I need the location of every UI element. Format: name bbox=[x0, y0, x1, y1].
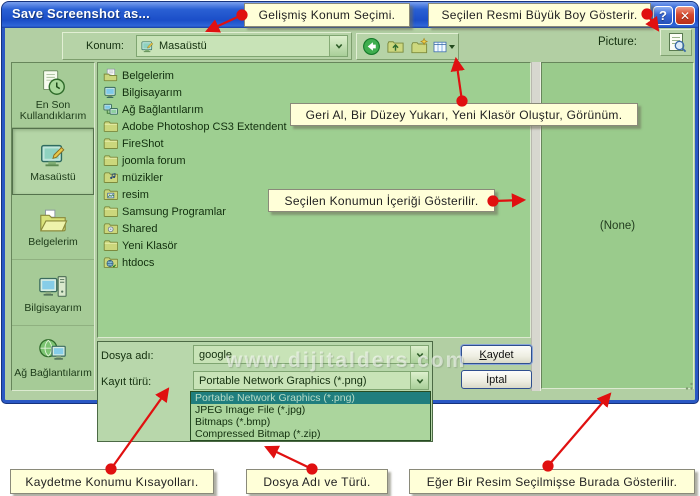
my-computer-icon bbox=[38, 271, 68, 301]
picture-label: Picture: bbox=[598, 36, 637, 48]
callout-filename-info: Dosya Adı ve Türü. bbox=[246, 469, 388, 494]
network-icon bbox=[103, 102, 118, 117]
folder-music-icon bbox=[103, 170, 118, 185]
close-button[interactable]: ✕ bbox=[675, 6, 695, 25]
new-folder-button[interactable] bbox=[408, 36, 431, 58]
callout-toolbar-info: Geri Al, Bir Düzey Yukarı, Yeni Klasör O… bbox=[290, 103, 638, 126]
file-name: resim bbox=[122, 189, 149, 201]
file-name: joomla forum bbox=[122, 155, 186, 167]
location-label: Konum: bbox=[86, 40, 124, 52]
filetype-dropdown-list: Portable Network Graphics (*.png) JPEG I… bbox=[190, 391, 431, 441]
back-icon bbox=[362, 37, 381, 56]
file-list-item[interactable]: Belgelerim bbox=[98, 67, 530, 84]
desktop-icon bbox=[38, 140, 68, 170]
callout-shortcuts-info: Kaydetme Konumu Kısayolları. bbox=[10, 469, 214, 494]
up-one-level-button[interactable] bbox=[384, 36, 407, 58]
folder-icon bbox=[103, 136, 118, 151]
callout-preview-info: Eğer Bir Resim Seçilmişse Burada Gösteri… bbox=[409, 469, 695, 494]
resize-grip[interactable] bbox=[682, 379, 694, 391]
file-list-item[interactable]: Yeni Klasör bbox=[98, 237, 530, 254]
folder-icon bbox=[103, 119, 118, 134]
file-list-item[interactable]: FireShot bbox=[98, 135, 530, 152]
location-dropdown-button[interactable] bbox=[329, 36, 347, 56]
chevron-down-icon bbox=[415, 376, 425, 386]
dropdown-option-bmp[interactable]: Bitmaps (*.bmp) bbox=[191, 416, 430, 428]
folder-documents-icon bbox=[103, 68, 118, 83]
views-icon bbox=[432, 38, 448, 56]
file-name: Belgelerim bbox=[122, 70, 174, 82]
location-value: Masaüstü bbox=[159, 40, 207, 52]
file-name: FireShot bbox=[122, 138, 164, 150]
save-button[interactable]: Kaydet bbox=[461, 345, 532, 364]
file-name: Yeni Klasör bbox=[122, 240, 177, 252]
file-list-item[interactable]: Bilgisayarım bbox=[98, 84, 530, 101]
folder-web-icon bbox=[103, 255, 118, 270]
help-button[interactable]: ? bbox=[653, 6, 673, 25]
network-places-icon bbox=[38, 336, 68, 366]
watermark: www.dijitalders.com bbox=[226, 349, 466, 373]
close-icon: ✕ bbox=[680, 9, 690, 23]
filetype-dropdown-button[interactable] bbox=[410, 372, 428, 389]
cancel-button[interactable]: İptal bbox=[461, 370, 532, 389]
help-icon: ? bbox=[659, 8, 667, 23]
file-name: müzikler bbox=[122, 172, 163, 184]
file-list-item[interactable]: joomla forum bbox=[98, 152, 530, 169]
picture-preview-icon bbox=[664, 31, 688, 55]
dropdown-option-zip[interactable]: Compressed Bitmap (*.zip) bbox=[191, 428, 430, 440]
view-menu-button[interactable] bbox=[432, 36, 455, 58]
folder-icon bbox=[103, 204, 118, 219]
sidebar-item-label: Masaüstü bbox=[12, 172, 94, 184]
filetype-combobox[interactable]: Portable Network Graphics (*.png) bbox=[193, 371, 429, 390]
up-folder-icon bbox=[386, 37, 405, 56]
file-name: htdocs bbox=[122, 257, 154, 269]
chevron-down-icon bbox=[334, 41, 344, 51]
file-name: Samsung Programlar bbox=[122, 206, 226, 218]
sidebar-item-label: Bilgisayarım bbox=[12, 303, 94, 315]
dropdown-option-jpg[interactable]: JPEG Image File (*.jpg) bbox=[191, 404, 430, 416]
caret-down-icon bbox=[449, 45, 455, 49]
sidebar-item-my-documents[interactable]: Belgelerim bbox=[12, 195, 94, 260]
sidebar-item-label: En Son Kullandıklarım bbox=[12, 100, 94, 123]
my-documents-icon bbox=[38, 205, 68, 235]
desktop-icon bbox=[140, 39, 155, 54]
folder-icon bbox=[103, 238, 118, 253]
screenshot-page: Save Screenshot as... ? ✕ Konum: Masaüst… bbox=[0, 0, 700, 496]
filename-label: Dosya adı: bbox=[101, 350, 154, 362]
callout-show-big: Seçilen Resmi Büyük Boy Gösterir. bbox=[428, 3, 651, 27]
filetype-label: Kayıt türü: bbox=[101, 376, 151, 388]
folder-pictures-icon bbox=[103, 187, 118, 202]
callout-content-info: Seçilen Konumun İçeriği Gösterilir. bbox=[268, 189, 495, 212]
location-combobox[interactable]: Masaüstü bbox=[136, 35, 348, 57]
preview-empty-text: (None) bbox=[600, 220, 635, 232]
file-name: Adobe Photoshop CS3 Extendent bbox=[122, 121, 287, 133]
sidebar-item-my-computer[interactable]: Bilgisayarım bbox=[12, 260, 94, 325]
places-sidebar: En Son Kullandıklarım Masaüstü Belgeleri… bbox=[11, 62, 95, 391]
window-title: Save Screenshot as... bbox=[12, 6, 150, 21]
sidebar-item-desktop[interactable]: Masaüstü bbox=[12, 128, 94, 194]
file-name: Bilgisayarım bbox=[122, 87, 182, 99]
file-list-item[interactable]: Shared bbox=[98, 220, 530, 237]
folder-icon bbox=[103, 153, 118, 168]
sidebar-item-network[interactable]: Ağ Bağlantılarım bbox=[12, 326, 94, 390]
show-picture-large-button[interactable] bbox=[660, 29, 692, 56]
sidebar-item-label: Belgelerim bbox=[12, 237, 94, 249]
file-list-item[interactable]: müzikler bbox=[98, 169, 530, 186]
back-button[interactable] bbox=[360, 36, 383, 58]
sidebar-item-label: Ağ Bağlantılarım bbox=[12, 368, 94, 380]
filetype-value: Portable Network Graphics (*.png) bbox=[199, 375, 367, 387]
file-name: Shared bbox=[122, 223, 157, 235]
recent-documents-icon bbox=[38, 68, 68, 98]
sidebar-item-recent[interactable]: En Son Kullandıklarım bbox=[12, 63, 94, 128]
file-name: Ağ Bağlantılarım bbox=[122, 104, 203, 116]
computer-icon bbox=[103, 85, 118, 100]
dropdown-option-png[interactable]: Portable Network Graphics (*.png) bbox=[191, 392, 430, 404]
file-list-item[interactable]: htdocs bbox=[98, 254, 530, 271]
folder-shared-icon bbox=[103, 221, 118, 236]
callout-advanced-location: Gelişmiş Konum Seçimi. bbox=[244, 3, 410, 27]
new-folder-icon bbox=[410, 37, 429, 56]
navigation-toolbar bbox=[356, 33, 459, 60]
